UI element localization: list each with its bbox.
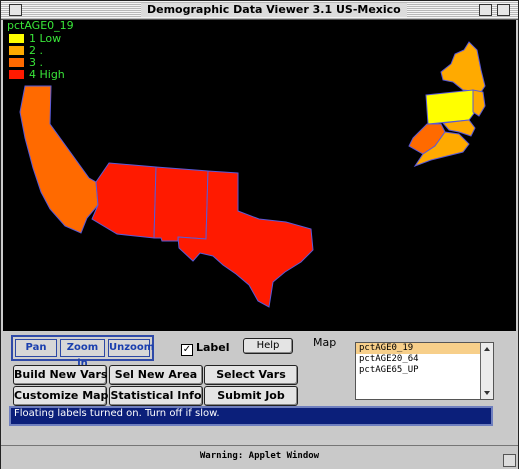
statistical-info-button[interactable]: Statistical Info: [109, 386, 203, 406]
sel-new-area-button[interactable]: Sel New Area: [109, 365, 203, 385]
map-view[interactable]: pctAGE0_19 1 Low 2 . 3 . 4 High: [3, 19, 516, 331]
variable-list-item[interactable]: pctAGE20_64: [356, 354, 493, 365]
legend-swatch-4: [9, 70, 24, 79]
close-box[interactable]: [9, 4, 22, 16]
window-title: Demographic Data Viewer 3.1 US-Mexico: [141, 3, 407, 17]
build-new-vars-button[interactable]: Build New Vars: [13, 365, 107, 385]
customize-map-button[interactable]: Customize Map: [13, 386, 108, 406]
legend-swatch-3: [9, 58, 24, 67]
label-checkbox[interactable]: ✓: [181, 344, 193, 356]
variable-list-item[interactable]: pctAGE65_UP: [356, 365, 493, 376]
help-button[interactable]: Help: [243, 338, 293, 354]
applet-warning-text: Warning: Applet Window: [199, 451, 320, 461]
applet-window: Demographic Data Viewer 3.1 US-Mexico pc…: [0, 0, 519, 469]
state-new-jersey: [472, 89, 486, 117]
legend-label-4: 4 High: [29, 68, 65, 81]
legend-swatch-2: [9, 46, 24, 55]
map-label: Map: [313, 336, 337, 349]
resize-grip-icon[interactable]: [503, 454, 516, 467]
scroll-arrows-icon: [484, 347, 490, 395]
variable-list-item[interactable]: pctAGE0_19: [356, 343, 493, 354]
legend-swatch-1: [9, 34, 24, 43]
state-california: [19, 85, 99, 234]
zoom-in-button[interactable]: Zoom in: [60, 339, 105, 369]
nav-button-group: Pan Zoom in Unzoom: [11, 335, 154, 369]
applet-warning-bar: Warning: Applet Window: [1, 445, 518, 469]
map-variable-title: pctAGE0_19: [7, 19, 74, 32]
pan-button[interactable]: Pan: [15, 339, 57, 357]
state-new-mexico: [153, 166, 209, 242]
state-new-york-new-england: [440, 41, 486, 93]
collapse-box[interactable]: [497, 4, 510, 16]
control-panel: Pan Zoom in Unzoom ✓ Label Help Map Buil…: [3, 332, 516, 440]
title-bar[interactable]: Demographic Data Viewer 3.1 US-Mexico: [1, 1, 518, 20]
submit-job-button[interactable]: Submit Job: [204, 386, 298, 406]
variable-list-scrollbar[interactable]: [480, 343, 493, 399]
label-checkbox-label: Label: [196, 341, 230, 354]
zoom-box[interactable]: [479, 4, 492, 16]
variable-list[interactable]: pctAGE0_19 pctAGE20_64 pctAGE65_UP: [355, 342, 494, 400]
unzoom-button[interactable]: Unzoom: [108, 339, 154, 357]
status-bar: Floating labels turned on. Turn off if s…: [9, 406, 493, 426]
choropleth-map[interactable]: [3, 20, 516, 331]
state-pennsylvania: [425, 89, 476, 125]
select-vars-button[interactable]: Select Vars: [204, 365, 298, 385]
state-arizona: [91, 162, 157, 239]
